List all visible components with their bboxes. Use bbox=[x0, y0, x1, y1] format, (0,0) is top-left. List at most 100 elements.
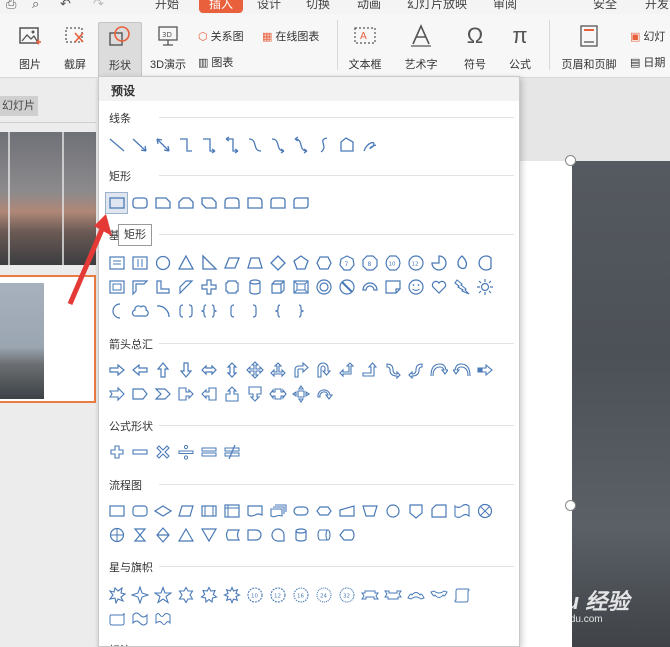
vertical-scroll-shape[interactable] bbox=[450, 584, 473, 606]
round-same-side-shape[interactable] bbox=[266, 192, 289, 214]
flowchart-manual-input-shape[interactable] bbox=[335, 500, 358, 522]
divide-shape[interactable] bbox=[174, 441, 197, 463]
lightning-bolt-shape[interactable] bbox=[450, 276, 473, 298]
slide-tab[interactable]: 幻灯片 bbox=[0, 96, 38, 116]
right-brace-shape[interactable] bbox=[289, 300, 312, 322]
date-button[interactable]: ▤ 日期 bbox=[630, 54, 665, 70]
snip-diagonal-shape[interactable] bbox=[197, 192, 220, 214]
star-24-shape[interactable]: 24 bbox=[312, 584, 335, 606]
flowchart-process-shape[interactable] bbox=[105, 500, 128, 522]
curved-arrow-connector-shape[interactable] bbox=[266, 134, 289, 156]
scribble-shape[interactable] bbox=[358, 134, 381, 156]
l-shape[interactable] bbox=[151, 276, 174, 298]
right-triangle-shape[interactable] bbox=[197, 252, 220, 274]
left-arrow-shape[interactable] bbox=[128, 359, 151, 381]
plaque-shape[interactable] bbox=[220, 276, 243, 298]
folded-corner-shape[interactable] bbox=[381, 276, 404, 298]
shapes-button[interactable]: 形状 bbox=[98, 22, 142, 78]
star-6-shape[interactable] bbox=[174, 584, 197, 606]
star-32-shape[interactable]: 32 bbox=[335, 584, 358, 606]
resize-handle[interactable] bbox=[565, 155, 576, 166]
elbow-connector-shape[interactable] bbox=[174, 134, 197, 156]
round-diagonal-shape[interactable] bbox=[289, 192, 312, 214]
flowchart-off-page-connector-shape[interactable] bbox=[404, 500, 427, 522]
flowchart-preparation-shape[interactable] bbox=[312, 500, 335, 522]
donut-shape[interactable] bbox=[312, 276, 335, 298]
redo-icon[interactable]: ↷ bbox=[93, 0, 104, 12]
star-16-shape[interactable]: 16 bbox=[289, 584, 312, 606]
cloud-shape[interactable] bbox=[128, 300, 151, 322]
flowchart-merge-shape[interactable] bbox=[197, 524, 220, 546]
slide-photo[interactable] bbox=[572, 161, 670, 647]
up-down-arrow-shape[interactable] bbox=[220, 359, 243, 381]
flowchart-terminator-shape[interactable] bbox=[289, 500, 312, 522]
left-right-up-arrow-shape[interactable] bbox=[266, 359, 289, 381]
equal-shape[interactable] bbox=[197, 441, 220, 463]
plus-shape[interactable] bbox=[105, 441, 128, 463]
flowchart-data-shape[interactable] bbox=[174, 500, 197, 522]
trapezoid-shape[interactable] bbox=[243, 252, 266, 274]
star-5-shape[interactable] bbox=[151, 584, 174, 606]
resize-handle[interactable] bbox=[565, 500, 576, 511]
left-right-arrow-shape[interactable] bbox=[197, 359, 220, 381]
tab-transition[interactable]: 切换 bbox=[306, 0, 330, 12]
pentagon-arrow-shape[interactable] bbox=[128, 383, 151, 405]
flowchart-internal-storage-shape[interactable] bbox=[220, 500, 243, 522]
tab-insert[interactable]: 插入 bbox=[199, 0, 244, 13]
oval-shape[interactable] bbox=[151, 252, 174, 274]
rectangle-shape[interactable] bbox=[105, 192, 128, 214]
round-single-corner-shape[interactable] bbox=[243, 192, 266, 214]
u-turn-arrow-shape[interactable] bbox=[312, 359, 335, 381]
formula-button[interactable]: π 公式 bbox=[500, 22, 540, 72]
curved-right-arrow-shape[interactable] bbox=[381, 359, 404, 381]
tab-animation[interactable]: 动画 bbox=[357, 0, 381, 12]
explosion-shape[interactable] bbox=[105, 584, 128, 606]
relation-diagram-button[interactable]: ⬡ 关系图 bbox=[198, 28, 244, 44]
ribbon-up-shape[interactable] bbox=[358, 584, 381, 606]
flowchart-extract-shape[interactable] bbox=[174, 524, 197, 546]
curved-down-arrow-shape[interactable] bbox=[450, 359, 473, 381]
pentagon-shape[interactable] bbox=[289, 252, 312, 274]
curved-connector-shape[interactable] bbox=[243, 134, 266, 156]
wave-shape[interactable] bbox=[128, 608, 151, 630]
left-right-arrow-callout-shape[interactable] bbox=[266, 383, 289, 405]
double-bracket-shape[interactable] bbox=[174, 300, 197, 322]
tab-review[interactable]: 审阅 bbox=[493, 0, 517, 12]
parallelogram-shape[interactable] bbox=[220, 252, 243, 274]
bent-up-arrow-shape[interactable] bbox=[358, 359, 381, 381]
tab-slideshow[interactable]: 幻灯片放映 bbox=[407, 0, 467, 12]
arrow-line-shape[interactable] bbox=[128, 134, 151, 156]
flowchart-magnetic-disk-shape[interactable] bbox=[289, 524, 312, 546]
hexagon-shape[interactable] bbox=[312, 252, 335, 274]
minus-shape[interactable] bbox=[128, 441, 151, 463]
wordart-button[interactable]: 艺术字 bbox=[398, 22, 444, 72]
dodecagon-shape[interactable]: 12 bbox=[404, 252, 427, 274]
line-shape[interactable] bbox=[105, 134, 128, 156]
flowchart-direct-access-shape[interactable] bbox=[312, 524, 335, 546]
freeform-shape[interactable] bbox=[335, 134, 358, 156]
striped-right-arrow-shape[interactable] bbox=[473, 359, 496, 381]
heart-shape[interactable] bbox=[427, 276, 450, 298]
star-4-shape[interactable] bbox=[128, 584, 151, 606]
up-arrow-callout-shape[interactable] bbox=[220, 383, 243, 405]
notched-right-arrow-shape[interactable] bbox=[105, 383, 128, 405]
decagon-shape[interactable]: 10 bbox=[381, 252, 404, 274]
tab-security[interactable]: 安全 bbox=[593, 0, 617, 12]
snip-same-side-shape[interactable] bbox=[174, 192, 197, 214]
elbow-arrow-connector-shape[interactable] bbox=[197, 134, 220, 156]
slide-number-button[interactable]: ▣ 幻灯 bbox=[630, 28, 665, 44]
online-chart-button[interactable]: ▦ 在线图表 bbox=[262, 28, 319, 44]
double-wave-shape[interactable] bbox=[151, 608, 174, 630]
snip-single-corner-shape[interactable] bbox=[151, 192, 174, 214]
right-bracket-shape[interactable] bbox=[243, 300, 266, 322]
half-frame-shape[interactable] bbox=[128, 276, 151, 298]
flowchart-delay-shape[interactable] bbox=[243, 524, 266, 546]
curve-shape[interactable] bbox=[312, 134, 335, 156]
flowchart-summing-junction-shape[interactable] bbox=[473, 500, 496, 522]
up-arrow-shape[interactable] bbox=[151, 359, 174, 381]
heptagon-shape[interactable]: 7 bbox=[335, 252, 358, 274]
rounded-rectangle-shape[interactable] bbox=[128, 192, 151, 214]
chord-shape[interactable] bbox=[473, 252, 496, 274]
left-up-arrow-shape[interactable] bbox=[335, 359, 358, 381]
curved-left-arrow-shape[interactable] bbox=[404, 359, 427, 381]
